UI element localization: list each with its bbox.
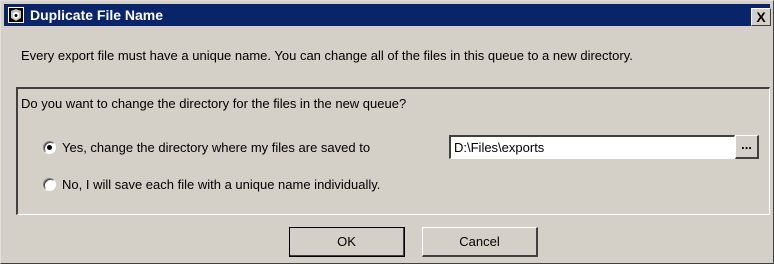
close-button[interactable]: X <box>751 8 771 26</box>
option-unique-names-label: No, I will save each file with a unique … <box>62 176 381 192</box>
cancel-button[interactable]: Cancel <box>422 227 538 257</box>
option-change-directory-label: Yes, change the directory where my files… <box>62 139 371 155</box>
radio-yes-change-directory[interactable] <box>43 140 56 154</box>
option-unique-names[interactable]: No, I will save each file with a unique … <box>43 175 380 193</box>
ok-button[interactable]: OK <box>289 227 405 257</box>
directory-path-input[interactable] <box>449 135 735 159</box>
option-change-directory[interactable]: Yes, change the directory where my files… <box>43 138 370 156</box>
window-title: Duplicate File Name <box>30 7 164 23</box>
title-bar[interactable]: Duplicate File Name X <box>4 4 771 26</box>
browse-button[interactable]: ... <box>735 135 759 159</box>
radio-no-unique-names[interactable] <box>43 177 56 191</box>
close-icon: X <box>756 9 766 25</box>
directory-question: Do you want to change the directory for … <box>21 96 407 111</box>
intro-message: Every export file must have a unique nam… <box>21 48 633 63</box>
app-icon <box>8 7 24 23</box>
duplicate-file-name-dialog: Duplicate File Name X Every export file … <box>0 0 774 264</box>
